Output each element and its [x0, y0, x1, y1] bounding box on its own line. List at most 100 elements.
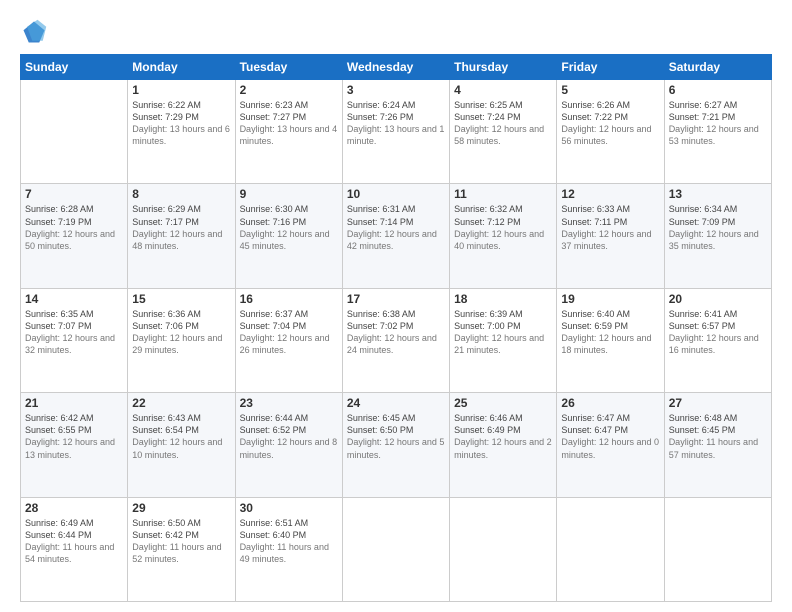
logo	[20, 18, 52, 46]
sunset: Sunset: 6:45 PM	[669, 425, 736, 435]
calendar-cell: 19 Sunrise: 6:40 AM Sunset: 6:59 PM Dayl…	[557, 288, 664, 392]
cell-info: Sunrise: 6:48 AM Sunset: 6:45 PM Dayligh…	[669, 412, 767, 461]
daylight: Daylight: 12 hours and 24 minutes.	[347, 333, 437, 355]
day-number: 10	[347, 187, 445, 201]
calendar-cell: 12 Sunrise: 6:33 AM Sunset: 7:11 PM Dayl…	[557, 184, 664, 288]
cell-info: Sunrise: 6:46 AM Sunset: 6:49 PM Dayligh…	[454, 412, 552, 461]
sunset: Sunset: 7:04 PM	[240, 321, 307, 331]
sunrise: Sunrise: 6:48 AM	[669, 413, 738, 423]
sunrise: Sunrise: 6:43 AM	[132, 413, 201, 423]
sunset: Sunset: 6:50 PM	[347, 425, 414, 435]
cell-info: Sunrise: 6:50 AM Sunset: 6:42 PM Dayligh…	[132, 517, 230, 566]
sunrise: Sunrise: 6:46 AM	[454, 413, 523, 423]
weekday-header: Tuesday	[235, 55, 342, 80]
cell-info: Sunrise: 6:32 AM Sunset: 7:12 PM Dayligh…	[454, 203, 552, 252]
weekday-header: Saturday	[664, 55, 771, 80]
calendar-table: SundayMondayTuesdayWednesdayThursdayFrid…	[20, 54, 772, 602]
daylight: Daylight: 12 hours and 56 minutes.	[561, 124, 651, 146]
cell-info: Sunrise: 6:33 AM Sunset: 7:11 PM Dayligh…	[561, 203, 659, 252]
cell-info: Sunrise: 6:45 AM Sunset: 6:50 PM Dayligh…	[347, 412, 445, 461]
calendar-cell: 28 Sunrise: 6:49 AM Sunset: 6:44 PM Dayl…	[21, 497, 128, 601]
weekday-header: Thursday	[450, 55, 557, 80]
calendar-cell: 4 Sunrise: 6:25 AM Sunset: 7:24 PM Dayli…	[450, 80, 557, 184]
sunset: Sunset: 7:21 PM	[669, 112, 736, 122]
weekday-header: Monday	[128, 55, 235, 80]
day-number: 25	[454, 396, 552, 410]
daylight: Daylight: 12 hours and 8 minutes.	[240, 437, 338, 459]
calendar-week-row: 21 Sunrise: 6:42 AM Sunset: 6:55 PM Dayl…	[21, 393, 772, 497]
sunset: Sunset: 7:09 PM	[669, 217, 736, 227]
cell-info: Sunrise: 6:47 AM Sunset: 6:47 PM Dayligh…	[561, 412, 659, 461]
cell-info: Sunrise: 6:36 AM Sunset: 7:06 PM Dayligh…	[132, 308, 230, 357]
logo-icon	[20, 18, 48, 46]
calendar-cell: 2 Sunrise: 6:23 AM Sunset: 7:27 PM Dayli…	[235, 80, 342, 184]
sunrise: Sunrise: 6:30 AM	[240, 204, 309, 214]
daylight: Daylight: 11 hours and 49 minutes.	[240, 542, 329, 564]
cell-info: Sunrise: 6:31 AM Sunset: 7:14 PM Dayligh…	[347, 203, 445, 252]
sunrise: Sunrise: 6:47 AM	[561, 413, 630, 423]
daylight: Daylight: 12 hours and 0 minutes.	[561, 437, 659, 459]
daylight: Daylight: 12 hours and 53 minutes.	[669, 124, 759, 146]
calendar-cell: 29 Sunrise: 6:50 AM Sunset: 6:42 PM Dayl…	[128, 497, 235, 601]
day-number: 18	[454, 292, 552, 306]
sunrise: Sunrise: 6:45 AM	[347, 413, 416, 423]
cell-info: Sunrise: 6:34 AM Sunset: 7:09 PM Dayligh…	[669, 203, 767, 252]
day-number: 27	[669, 396, 767, 410]
sunrise: Sunrise: 6:50 AM	[132, 518, 201, 528]
calendar-cell: 16 Sunrise: 6:37 AM Sunset: 7:04 PM Dayl…	[235, 288, 342, 392]
cell-info: Sunrise: 6:23 AM Sunset: 7:27 PM Dayligh…	[240, 99, 338, 148]
daylight: Daylight: 11 hours and 57 minutes.	[669, 437, 758, 459]
sunrise: Sunrise: 6:38 AM	[347, 309, 416, 319]
cell-info: Sunrise: 6:29 AM Sunset: 7:17 PM Dayligh…	[132, 203, 230, 252]
page: SundayMondayTuesdayWednesdayThursdayFrid…	[0, 0, 792, 612]
header	[20, 18, 772, 46]
day-number: 30	[240, 501, 338, 515]
day-number: 23	[240, 396, 338, 410]
sunrise: Sunrise: 6:24 AM	[347, 100, 416, 110]
day-number: 7	[25, 187, 123, 201]
weekday-header: Friday	[557, 55, 664, 80]
sunrise: Sunrise: 6:35 AM	[25, 309, 94, 319]
cell-info: Sunrise: 6:42 AM Sunset: 6:55 PM Dayligh…	[25, 412, 123, 461]
sunrise: Sunrise: 6:39 AM	[454, 309, 523, 319]
calendar-cell: 13 Sunrise: 6:34 AM Sunset: 7:09 PM Dayl…	[664, 184, 771, 288]
calendar-cell: 9 Sunrise: 6:30 AM Sunset: 7:16 PM Dayli…	[235, 184, 342, 288]
calendar-week-row: 7 Sunrise: 6:28 AM Sunset: 7:19 PM Dayli…	[21, 184, 772, 288]
calendar-cell: 6 Sunrise: 6:27 AM Sunset: 7:21 PM Dayli…	[664, 80, 771, 184]
sunset: Sunset: 6:55 PM	[25, 425, 92, 435]
calendar-cell: 17 Sunrise: 6:38 AM Sunset: 7:02 PM Dayl…	[342, 288, 449, 392]
daylight: Daylight: 12 hours and 58 minutes.	[454, 124, 544, 146]
sunset: Sunset: 7:26 PM	[347, 112, 414, 122]
cell-info: Sunrise: 6:37 AM Sunset: 7:04 PM Dayligh…	[240, 308, 338, 357]
sunrise: Sunrise: 6:37 AM	[240, 309, 309, 319]
sunset: Sunset: 7:29 PM	[132, 112, 199, 122]
sunset: Sunset: 7:06 PM	[132, 321, 199, 331]
cell-info: Sunrise: 6:25 AM Sunset: 7:24 PM Dayligh…	[454, 99, 552, 148]
sunset: Sunset: 7:12 PM	[454, 217, 521, 227]
weekday-header: Wednesday	[342, 55, 449, 80]
daylight: Daylight: 12 hours and 48 minutes.	[132, 229, 222, 251]
sunset: Sunset: 7:22 PM	[561, 112, 628, 122]
cell-info: Sunrise: 6:44 AM Sunset: 6:52 PM Dayligh…	[240, 412, 338, 461]
cell-info: Sunrise: 6:38 AM Sunset: 7:02 PM Dayligh…	[347, 308, 445, 357]
sunset: Sunset: 7:19 PM	[25, 217, 92, 227]
calendar-cell: 20 Sunrise: 6:41 AM Sunset: 6:57 PM Dayl…	[664, 288, 771, 392]
sunrise: Sunrise: 6:44 AM	[240, 413, 309, 423]
sunset: Sunset: 7:24 PM	[454, 112, 521, 122]
cell-info: Sunrise: 6:28 AM Sunset: 7:19 PM Dayligh…	[25, 203, 123, 252]
cell-info: Sunrise: 6:49 AM Sunset: 6:44 PM Dayligh…	[25, 517, 123, 566]
cell-info: Sunrise: 6:39 AM Sunset: 7:00 PM Dayligh…	[454, 308, 552, 357]
sunset: Sunset: 7:07 PM	[25, 321, 92, 331]
calendar-header-row: SundayMondayTuesdayWednesdayThursdayFrid…	[21, 55, 772, 80]
daylight: Daylight: 12 hours and 35 minutes.	[669, 229, 759, 251]
cell-info: Sunrise: 6:26 AM Sunset: 7:22 PM Dayligh…	[561, 99, 659, 148]
calendar-cell: 18 Sunrise: 6:39 AM Sunset: 7:00 PM Dayl…	[450, 288, 557, 392]
sunset: Sunset: 6:52 PM	[240, 425, 307, 435]
daylight: Daylight: 12 hours and 45 minutes.	[240, 229, 330, 251]
sunset: Sunset: 6:57 PM	[669, 321, 736, 331]
sunset: Sunset: 6:54 PM	[132, 425, 199, 435]
calendar-cell: 27 Sunrise: 6:48 AM Sunset: 6:45 PM Dayl…	[664, 393, 771, 497]
sunset: Sunset: 7:27 PM	[240, 112, 307, 122]
cell-info: Sunrise: 6:43 AM Sunset: 6:54 PM Dayligh…	[132, 412, 230, 461]
calendar-cell	[450, 497, 557, 601]
